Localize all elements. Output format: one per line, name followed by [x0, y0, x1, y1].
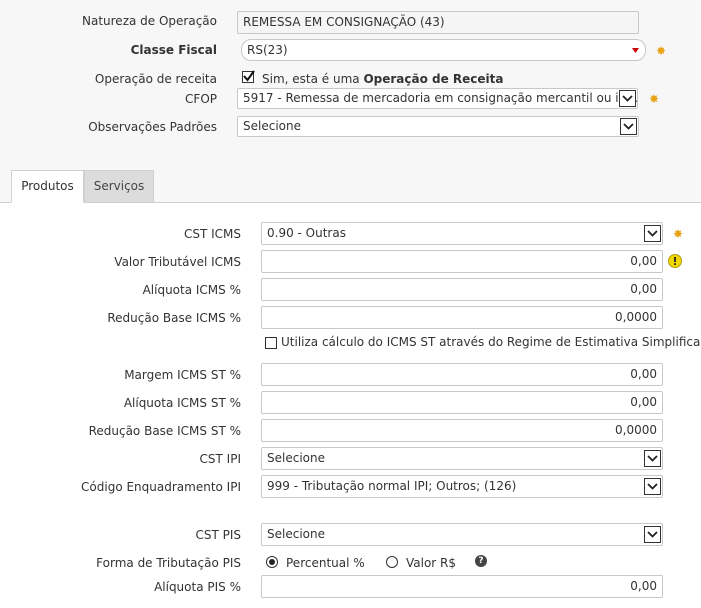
aliquota-st-label: Alíquota ICMS ST %	[123, 396, 241, 410]
checkmark-icon	[243, 70, 255, 82]
radio-percentual[interactable]	[266, 556, 278, 568]
chevron-down-icon	[644, 478, 661, 495]
cst-icms-label: CST ICMS	[183, 227, 241, 241]
forma-pis-label: Forma de Tributação PIS	[96, 556, 241, 570]
valor-tributavel-input[interactable]: 0,00	[261, 250, 663, 273]
classe-fiscal-value: RS(23)	[247, 43, 288, 57]
cst-icms-select[interactable]: 0.90 - Outras	[261, 222, 663, 245]
receita-label: Operação de receita	[94, 72, 217, 86]
observacoes-value: Selecione	[243, 119, 301, 133]
receita-text: Sim, esta é uma Operação de Receita	[262, 72, 504, 86]
margem-st-label: Margem ICMS ST %	[124, 368, 241, 382]
reducao-st-input[interactable]: 0,0000	[261, 419, 663, 442]
natureza-label: Natureza de Operação	[82, 14, 217, 28]
chevron-down-icon	[644, 450, 661, 467]
observacoes-label: Observações Padrões	[88, 120, 217, 134]
cst-icms-value: 0.90 - Outras	[267, 226, 346, 240]
enquadramento-ipi-value: 999 - Tributação normal IPI; Outros; (12…	[267, 479, 517, 493]
help-icon[interactable]: ?	[475, 555, 487, 567]
chevron-down-icon	[620, 118, 637, 135]
reducao-icms-label: Redução Base ICMS %	[107, 311, 241, 325]
receita-text-prefix: Sim, esta é uma	[262, 72, 364, 86]
tab-servicos[interactable]: Serviços	[84, 170, 154, 203]
chevron-down-icon	[644, 526, 661, 543]
radio-valor-label: Valor R$	[406, 556, 457, 570]
regime-estimativa-checkbox[interactable]	[265, 337, 277, 349]
natureza-field: REMESSA EM CONSIGNAÇÃO (43)	[237, 11, 639, 34]
cst-pis-value: Selecione	[267, 527, 325, 541]
margem-st-input[interactable]: 0,00	[261, 363, 663, 386]
aliquota-pis-label: Alíquota PIS %	[154, 580, 241, 594]
dropdown-arrow-icon	[632, 48, 639, 53]
chevron-down-icon	[619, 90, 636, 107]
valor-tributavel-label: Valor Tributável ICMS	[114, 255, 241, 269]
asterisk-icon: ✸	[649, 92, 660, 106]
chevron-down-icon	[644, 225, 661, 242]
aliquota-pis-input[interactable]: 0,00	[261, 575, 663, 598]
cst-ipi-select[interactable]: Selecione	[261, 447, 663, 470]
radio-valor[interactable]	[386, 556, 398, 568]
cst-ipi-label: CST IPI	[199, 452, 241, 466]
reducao-st-label: Redução Base ICMS ST %	[88, 424, 241, 438]
cfop-select[interactable]: 5917 - Remessa de mercadoria em consigna…	[237, 88, 638, 109]
reducao-icms-input[interactable]: 0,0000	[261, 306, 663, 329]
warning-icon	[668, 254, 682, 268]
enquadramento-ipi-select[interactable]: 999 - Tributação normal IPI; Outros; (12…	[261, 475, 663, 498]
cst-pis-label: CST PIS	[195, 528, 241, 542]
cfop-value: 5917 - Remessa de mercadoria em consigna…	[243, 91, 638, 105]
classe-fiscal-select[interactable]: RS(23)	[241, 39, 646, 61]
classe-fiscal-label: Classe Fiscal	[130, 43, 217, 57]
receita-checkbox[interactable]	[242, 70, 255, 83]
enquadramento-ipi-label: Código Enquadramento IPI	[81, 480, 241, 494]
aliquota-icms-label: Alíquota ICMS %	[142, 283, 241, 297]
aliquota-st-input[interactable]: 0,00	[261, 391, 663, 414]
cst-ipi-value: Selecione	[267, 451, 325, 465]
regime-estimativa-label: Utiliza cálculo do ICMS ST através do Re…	[281, 335, 701, 349]
asterisk-icon: ✸	[673, 227, 684, 241]
radio-percentual-label: Percentual %	[286, 556, 365, 570]
cfop-label: CFOP	[185, 92, 217, 106]
receita-text-bold: Operação de Receita	[363, 72, 504, 86]
asterisk-icon: ✸	[656, 44, 667, 58]
tab-produtos[interactable]: Produtos	[11, 170, 84, 203]
observacoes-select[interactable]: Selecione	[237, 116, 639, 137]
aliquota-icms-input[interactable]: 0,00	[261, 278, 663, 301]
cst-pis-select[interactable]: Selecione	[261, 523, 663, 546]
